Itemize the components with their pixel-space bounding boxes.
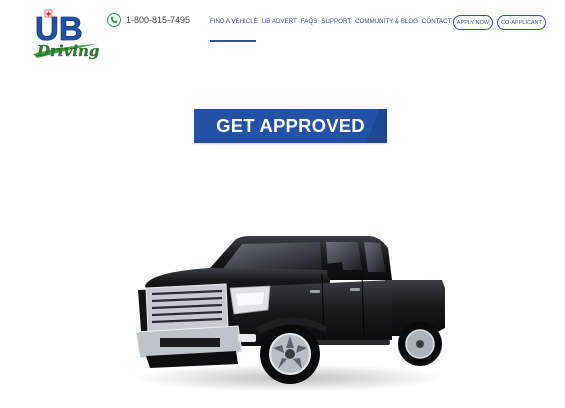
nav-active-indicator [210,40,256,42]
maple-leaf-icon [44,9,53,18]
pickup-truck-image [135,236,445,392]
logo-script: Driving [36,42,99,60]
phone-number[interactable]: 1-800-815-7495 [126,15,190,25]
nav-find-a-vehicle[interactable]: Find a Vehicle [210,18,258,25]
phone-contact[interactable]: 1-800-815-7495 [107,13,190,27]
nav-community-blog[interactable]: Community & Blog [355,18,418,25]
get-approved-button[interactable]: GET APPROVED [194,109,387,143]
phone-icon [107,13,121,27]
nav-faqs[interactable]: FAQs [301,18,318,25]
main-nav: Find a Vehicle UB Advert FAQs Support Co… [210,18,462,25]
nav-support[interactable]: Support [321,18,351,25]
nav-ub-advert[interactable]: UB Advert [262,18,297,25]
site-logo[interactable]: UB Driving [33,8,100,64]
co-applicant-button[interactable]: Co-Applicant [497,15,546,30]
logo-graphic: UB Driving [33,9,100,60]
apply-now-button[interactable]: Apply Now [453,15,493,30]
